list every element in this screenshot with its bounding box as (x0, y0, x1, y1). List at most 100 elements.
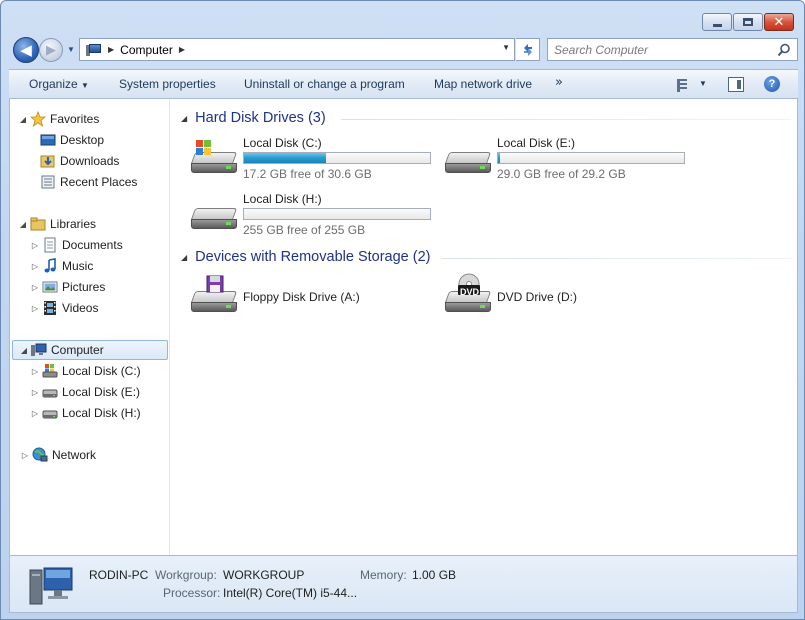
nav-libraries[interactable]: ◢ Libraries (18, 214, 96, 234)
organize-button[interactable]: Organize ▼ (29, 77, 89, 91)
computer-icon (28, 562, 74, 608)
navigation-bar: ◀ ▶ ▼ ▶ Computer ▶ ▼ (9, 37, 798, 63)
drive-tile-h[interactable]: Local Disk (H:) 255 GB free of 255 GB (190, 192, 435, 242)
expand-arrow-icon[interactable]: ◢ (18, 220, 28, 229)
organize-label: Organize (29, 77, 78, 91)
collapsed-arrow-icon[interactable]: ▷ (30, 409, 40, 418)
command-bar: Organize ▼ System properties Uninstall o… (9, 69, 798, 99)
refresh-button[interactable] (516, 38, 540, 61)
drive-tile-c[interactable]: Local Disk (C:) 17.2 GB free of 30.6 GB (190, 136, 435, 186)
nav-documents[interactable]: ▷ Documents (30, 235, 123, 255)
collapsed-arrow-icon[interactable]: ▷ (30, 388, 40, 397)
drive-icon (42, 405, 58, 421)
uninstall-program-button[interactable]: Uninstall or change a program (244, 77, 405, 91)
drive-e-usage-fill (498, 153, 500, 163)
refresh-icon (523, 43, 532, 56)
address-bar[interactable]: ▶ Computer ▶ ▼ (79, 38, 515, 61)
nav-music[interactable]: ▷ Music (30, 256, 93, 276)
nav-videos[interactable]: ▷ Videos (30, 298, 98, 318)
drive-h-name: Local Disk (H:) (243, 192, 322, 206)
expand-arrow-icon[interactable]: ◢ (18, 115, 28, 124)
collapsed-arrow-icon[interactable]: ▷ (30, 367, 40, 376)
help-icon: ? (768, 78, 776, 90)
breadcrumb-computer[interactable]: Computer (120, 43, 173, 57)
maximize-icon (743, 18, 753, 26)
computer-name: RODIN-PC (89, 568, 149, 582)
dvd-badge-label: DVD (460, 287, 480, 297)
workgroup-value: WORKGROUP (223, 568, 305, 582)
nav-music-label: Music (62, 259, 94, 273)
chevron-down-icon: ▼ (67, 45, 75, 54)
search-icon[interactable] (777, 43, 791, 57)
drive-icon (444, 136, 492, 180)
videos-film-icon (42, 300, 58, 316)
drive-h-free-space: 255 GB free of 255 GB (243, 223, 366, 237)
maximize-button[interactable] (733, 13, 763, 31)
drive-c-free-space: 17.2 GB free of 30.6 GB (243, 167, 372, 181)
forward-button[interactable]: ▶ (39, 38, 63, 62)
nav-recent-places[interactable]: Recent Places (40, 172, 137, 192)
minimize-icon (712, 23, 722, 27)
drive-c-usage-fill (244, 153, 326, 163)
drive-h-usage-bar (243, 208, 431, 220)
close-button[interactable]: ✕ (764, 13, 794, 31)
nav-disk-h-label: Local Disk (H:) (62, 406, 141, 420)
favorites-star-icon (29, 110, 47, 127)
nav-pictures[interactable]: ▷ Pictures (30, 277, 105, 297)
search-input[interactable] (554, 42, 769, 57)
nav-computer-label: Computer (51, 343, 104, 357)
address-dropdown-icon[interactable]: ▼ (502, 43, 510, 52)
network-globe-icon (32, 447, 48, 463)
collapsed-arrow-icon[interactable]: ▷ (30, 262, 40, 271)
collapse-group-icon[interactable]: ◢ (181, 114, 187, 123)
chevron-down-icon: ▼ (81, 81, 89, 90)
device-tile-dvd[interactable]: DVD DVD Drive (D:) (444, 273, 689, 325)
nav-computer[interactable]: ◢ Computer (12, 340, 168, 360)
back-button[interactable]: ◀ (13, 37, 39, 63)
nav-network[interactable]: ▷ Network (20, 445, 96, 465)
change-view-button[interactable] (673, 77, 687, 92)
floppy-drive-name: Floppy Disk Drive (A:) (243, 290, 360, 304)
group-title-hard-disks: Hard Disk Drives (3) (195, 110, 326, 126)
breadcrumb-arrow-icon[interactable]: ▶ (108, 45, 114, 54)
computer-icon (86, 43, 102, 57)
help-button[interactable]: ? (764, 76, 780, 92)
breadcrumb-arrow-icon[interactable]: ▶ (179, 45, 185, 54)
drive-tile-e[interactable]: Local Disk (E:) 29.0 GB free of 29.2 GB (444, 136, 689, 186)
device-tile-floppy[interactable]: Floppy Disk Drive (A:) (190, 275, 435, 325)
nav-disk-c-label: Local Disk (C:) (62, 364, 141, 378)
more-commands-button[interactable]: » (555, 75, 563, 90)
drive-icon (190, 192, 238, 236)
nav-favorites[interactable]: ◢ Favorites (18, 109, 99, 129)
nav-desktop[interactable]: Desktop (40, 130, 104, 150)
collapsed-arrow-icon[interactable]: ▷ (20, 451, 30, 460)
collapsed-arrow-icon[interactable]: ▷ (30, 241, 40, 250)
nav-disk-e[interactable]: ▷ Local Disk (E:) (30, 382, 140, 402)
preview-pane-button[interactable] (728, 77, 744, 92)
collapsed-arrow-icon[interactable]: ▷ (30, 283, 40, 292)
drive-e-free-space: 29.0 GB free of 29.2 GB (497, 167, 626, 181)
nav-disk-h[interactable]: ▷ Local Disk (H:) (30, 403, 141, 423)
system-properties-button[interactable]: System properties (119, 77, 216, 91)
nav-downloads[interactable]: Downloads (40, 151, 119, 171)
recent-pages-dropdown[interactable]: ▼ (67, 45, 76, 54)
details-pane: RODIN-PC Workgroup: WORKGROUP Memory: 1.… (9, 555, 798, 613)
processor-value: Intel(R) Core(TM) i5-44... (223, 586, 358, 600)
pictures-icon (42, 279, 58, 295)
group-header-removable[interactable]: ◢ Devices with Removable Storage (2) (181, 249, 430, 265)
collapse-group-icon[interactable]: ◢ (181, 253, 187, 262)
map-network-drive-button[interactable]: Map network drive (434, 77, 532, 91)
expand-arrow-icon[interactable]: ◢ (19, 346, 29, 355)
group-header-hard-disks[interactable]: ◢ Hard Disk Drives (3) (181, 110, 326, 126)
back-arrow-icon: ◀ (20, 42, 32, 59)
nav-libraries-label: Libraries (50, 217, 97, 231)
nav-downloads-label: Downloads (60, 154, 120, 168)
minimize-button[interactable] (702, 13, 732, 31)
nav-disk-c[interactable]: ▷ Local Disk (C:) (30, 361, 141, 381)
collapsed-arrow-icon[interactable]: ▷ (30, 304, 40, 313)
views-dropdown-icon[interactable]: ▼ (699, 79, 707, 88)
group-title-removable: Devices with Removable Storage (2) (195, 249, 431, 265)
forward-arrow-icon: ▶ (46, 42, 56, 57)
recent-places-icon (40, 174, 56, 190)
desktop-icon (40, 132, 56, 148)
